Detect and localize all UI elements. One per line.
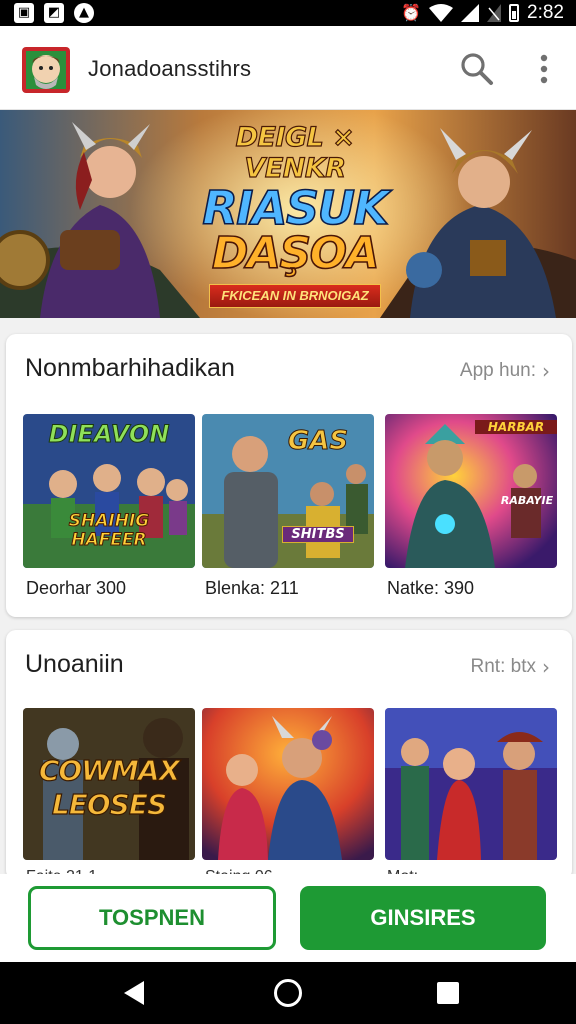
hero-title: DEIGL × VENKR RIASUK DAŞOA FKICEAN IN BR… bbox=[190, 121, 400, 308]
chevron-right-icon: › bbox=[542, 359, 550, 383]
section-title: Unoaniin bbox=[25, 650, 124, 678]
game-tile[interactable] bbox=[385, 708, 557, 860]
system-nav-bar bbox=[0, 962, 576, 1024]
recents-icon[interactable] bbox=[437, 982, 459, 1004]
hero-title-line3: DAŞOA bbox=[211, 228, 380, 279]
app-bar: Jonadoansstihrs bbox=[0, 26, 576, 110]
game-tile[interactable]: DIEAVON SHAIHIG HAFEER bbox=[23, 414, 195, 568]
photo-icon: ◩ bbox=[44, 3, 64, 23]
search-icon bbox=[461, 53, 493, 85]
hero-ribbon: FKICEAN IN BRNOIGAZ bbox=[209, 284, 381, 308]
back-icon[interactable] bbox=[122, 980, 146, 1006]
see-all-label: Rnt: btx bbox=[470, 656, 536, 677]
more-vert-icon bbox=[540, 54, 548, 84]
bottom-action-bar: TOSPNEN GINSIRES bbox=[0, 874, 576, 962]
game-art-subtitle: SHAIHIG HAFEER bbox=[68, 511, 150, 550]
signal-icon bbox=[461, 4, 480, 22]
see-all-label: App hun: bbox=[459, 360, 536, 381]
wifi-icon bbox=[429, 4, 454, 22]
hero-banner[interactable]: DEIGL × VENKR RIASUK DAŞOA FKICEAN IN BR… bbox=[0, 110, 576, 318]
game-art-title: DIEAVON bbox=[48, 420, 170, 449]
game-art-title: HARBAR bbox=[475, 420, 557, 434]
no-signal-icon bbox=[487, 4, 502, 22]
chevron-right-icon: › bbox=[542, 655, 550, 679]
home-icon[interactable] bbox=[274, 979, 302, 1007]
game-artwork bbox=[385, 708, 557, 860]
game-art-subtitle: RABAYIE bbox=[500, 494, 554, 507]
game-caption: Natke: 390 bbox=[387, 578, 475, 598]
game-art-subtitle: LEOSES bbox=[51, 787, 167, 821]
game-caption: Deorhar 300 bbox=[26, 578, 127, 598]
game-tile[interactable]: GAS SHITBS bbox=[202, 414, 374, 568]
app-logo[interactable] bbox=[22, 47, 70, 93]
see-all-link[interactable]: Rnt: btx › bbox=[471, 655, 550, 679]
app-title: Jonadoansstihrs bbox=[88, 56, 252, 81]
hero-title-line2: RIASUK bbox=[202, 181, 390, 235]
game-tile[interactable] bbox=[202, 708, 374, 860]
game-tile[interactable]: COWMAX LEOSES bbox=[23, 708, 195, 860]
primary-action-button[interactable]: GINSIRES bbox=[300, 886, 546, 950]
alarm-icon: ⏰ bbox=[401, 3, 422, 22]
gallery-icon: ▣ bbox=[14, 3, 34, 23]
secondary-action-button[interactable]: TOSPNEN bbox=[28, 886, 276, 950]
game-art-subtitle: SHITBS bbox=[282, 526, 354, 543]
app-notification-icon: ▲ bbox=[74, 3, 94, 23]
game-art-title: GAS bbox=[287, 426, 349, 457]
section-title: Nonmbarhihadikan bbox=[25, 354, 235, 382]
game-caption: Blenka: 211 bbox=[205, 578, 299, 598]
battery-icon bbox=[509, 4, 520, 22]
section-card-2: Unoaniin Rnt: btx › COWMAX LEOSES bbox=[6, 630, 572, 885]
game-artwork bbox=[385, 414, 557, 568]
see-all-link[interactable]: App hun: › bbox=[460, 359, 550, 383]
section-card-1: Nonmbarhihadikan App hun: › DIEAVON SHAI… bbox=[6, 334, 572, 617]
status-time: 2:82 bbox=[527, 2, 564, 23]
app-screen: ▣ ◩ ▲ ⏰ 2:82 Jonadoansstihrs DEIGL × VEN… bbox=[0, 0, 576, 1024]
search-button[interactable] bbox=[458, 50, 496, 88]
status-bar: ▣ ◩ ▲ ⏰ 2:82 bbox=[0, 0, 576, 26]
game-artwork bbox=[202, 708, 374, 860]
game-art-title: COWMAX bbox=[38, 753, 181, 787]
game-tile[interactable]: HARBAR RABAYIE bbox=[385, 414, 557, 568]
overflow-menu-button[interactable] bbox=[530, 50, 558, 88]
hero-title-line1: DEIGL × VENKR bbox=[235, 121, 355, 184]
